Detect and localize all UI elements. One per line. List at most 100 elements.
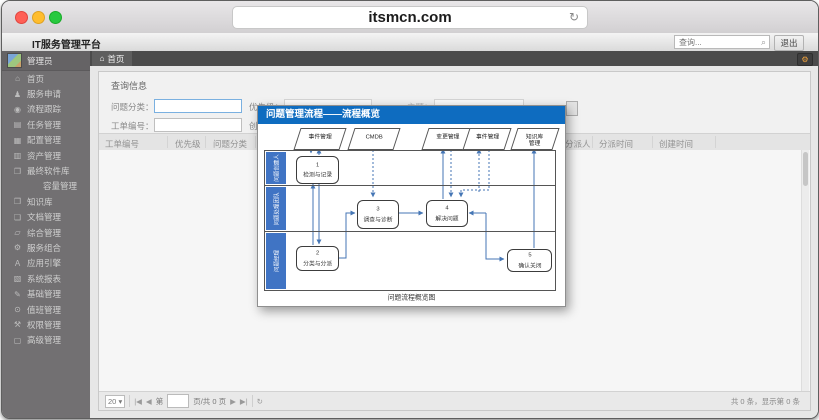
sidebar-item-permission-management[interactable]: ⚒权限管理 — [2, 317, 90, 332]
ticket-no-input[interactable] — [154, 118, 242, 132]
search-input[interactable] — [674, 35, 770, 49]
prev-page-button[interactable]: ◀ — [146, 397, 152, 406]
sidebar-item-general-management[interactable]: ▱综合管理 — [2, 225, 90, 240]
external-entity: 事件管理 — [462, 128, 511, 150]
refresh-icon[interactable]: ↻ — [257, 397, 263, 406]
page-prefix: 第 — [156, 396, 164, 407]
sidebar-item-label: 资产管理 — [27, 150, 61, 162]
sidebar-user[interactable]: 管理员 — [2, 51, 90, 71]
last-page-button[interactable]: ▶| — [240, 397, 248, 406]
column-separator — [652, 136, 653, 148]
tab-bar: ⌂ 首页 ⚙ — [90, 51, 818, 66]
sidebar-item-process-tracking[interactable]: ◉流程跟踪 — [2, 102, 90, 117]
sidebar-item-task-management[interactable]: ▤任务管理 — [2, 117, 90, 132]
partial-query-button[interactable] — [566, 101, 578, 116]
process-overview-modal: 问题管理流程——流程概览 问题流程概览图 事件管理CMDB变更管理事件管理知识库… — [257, 105, 566, 307]
caret-down-icon: ▾ — [118, 397, 122, 406]
sidebar-item-capacity-management[interactable]: 容量管理 — [2, 179, 90, 194]
sidebar-item-app-engine[interactable]: A应用引擎 — [2, 256, 90, 271]
sidebar-item-label: 流程跟踪 — [27, 103, 61, 115]
process-tracking-icon: ◉ — [11, 105, 24, 114]
process-node-5[interactable]: 5确认关闭 — [507, 249, 552, 272]
app-engine-icon: A — [11, 259, 24, 268]
panel-title: 查询信息 — [111, 79, 147, 92]
configuration-management-icon: ▦ — [11, 136, 24, 145]
sidebar-item-label: 容量管理 — [43, 180, 77, 192]
column-separator — [715, 136, 716, 148]
sidebar-item-label: 文档管理 — [27, 211, 61, 223]
page-number-input[interactable] — [167, 394, 189, 408]
first-page-button[interactable]: |◀ — [134, 397, 142, 406]
column-header[interactable]: 创建时间 — [659, 138, 693, 150]
duty-management-icon: ⊙ — [11, 305, 24, 314]
advanced-management-icon: ▢ — [11, 336, 24, 345]
user-name: 管理员 — [27, 55, 53, 67]
pagination-bar: 20 ▾ |◀ ◀ 第 页/共 0 页 ▶ ▶| ↻ 共 0 条，显示第 0 条 — [99, 391, 810, 410]
next-page-button[interactable]: ▶ — [230, 397, 236, 406]
problem-category-label: 问题分类： — [111, 101, 154, 113]
scrollbar-thumb[interactable] — [803, 152, 808, 186]
reload-icon[interactable]: ↻ — [569, 7, 579, 28]
node-number: 4 — [432, 205, 462, 211]
sidebar-item-home[interactable]: ⌂首页 — [2, 71, 90, 86]
column-separator — [205, 136, 206, 148]
tab-home-label: 首页 — [107, 53, 124, 65]
vertical-scrollbar[interactable] — [801, 150, 809, 391]
sidebar-item-label: 权限管理 — [27, 319, 61, 331]
logout-button[interactable]: 退出 — [774, 35, 804, 51]
external-entity: 事件管理 — [293, 128, 346, 150]
avatar — [7, 53, 22, 68]
process-node-3[interactable]: 3 调查与诊断 — [357, 200, 399, 229]
column-separator — [592, 136, 593, 148]
minimize-window-button[interactable] — [32, 11, 45, 24]
sidebar-item-document-management[interactable]: ❏文档管理 — [2, 210, 90, 225]
modal-title: 问题管理流程——流程概览 — [258, 106, 565, 124]
url-text: itsmcn.com — [368, 9, 451, 26]
column-header[interactable]: 分派人 — [565, 138, 591, 150]
node-label: 调查与诊断 — [363, 217, 393, 223]
sidebar-item-configuration-management[interactable]: ▦配置管理 — [2, 133, 90, 148]
page-size-select[interactable]: 20 ▾ — [105, 395, 125, 408]
node-label: 分类与分派 — [302, 261, 333, 267]
lane-divider — [264, 231, 555, 232]
lane-divider — [264, 185, 555, 186]
column-header[interactable]: 分派时间 — [599, 138, 633, 150]
close-window-button[interactable] — [15, 11, 28, 24]
flowchart: 问题流程概览图 事件管理CMDB变更管理事件管理知识库管理问题创建人问题处理团队… — [258, 124, 565, 306]
document-management-icon: ❏ — [11, 213, 24, 222]
node-number: 1 — [302, 162, 333, 168]
column-header[interactable]: 工单编号 — [105, 138, 139, 150]
sidebar-item-service-request[interactable]: ♟服务申请 — [2, 86, 90, 101]
sidebar-item-advanced-management[interactable]: ▢高级管理 — [2, 333, 90, 348]
process-node-2[interactable]: 2分类与分派 — [296, 246, 339, 271]
column-header[interactable]: 优先级 — [175, 138, 201, 150]
settings-gear-button[interactable]: ⚙ — [797, 53, 813, 66]
sidebar-item-system-reports[interactable]: ▧系统报表 — [2, 271, 90, 286]
sidebar-item-label: 基础管理 — [27, 288, 61, 300]
sidebar-item-label: 配置管理 — [27, 134, 61, 146]
sidebar-item-label: 任务管理 — [27, 119, 61, 131]
address-bar[interactable]: itsmcn.com ↻ — [232, 6, 588, 29]
sidebar-item-asset-management[interactable]: ▥资产管理 — [2, 148, 90, 163]
sidebar-item-duty-management[interactable]: ⊙值班管理 — [2, 302, 90, 317]
external-entity-label: 事件管理 — [472, 134, 502, 140]
sidebar-item-knowledge-base[interactable]: ❒知识库 — [2, 194, 90, 209]
knowledge-base-icon: ❒ — [11, 197, 24, 206]
sidebar-item-basic-management[interactable]: ✎基础管理 — [2, 286, 90, 301]
node-label: 解决问题 — [432, 216, 462, 222]
process-node-1[interactable]: 1检测与记录 — [296, 156, 339, 184]
problem-category-input[interactable] — [154, 99, 242, 113]
node-number: 3 — [363, 206, 393, 212]
definitive-software-library-icon: ❐ — [11, 167, 24, 176]
sidebar-item-label: 值班管理 — [27, 304, 61, 316]
process-node-4[interactable]: 4 解决问题 — [426, 200, 468, 227]
search-icon[interactable]: ⌕ — [761, 37, 766, 48]
tab-home[interactable]: ⌂ 首页 — [92, 51, 132, 66]
sidebar-item-service-portfolio[interactable]: ⚙服务组合 — [2, 240, 90, 255]
home-icon: ⌂ — [100, 54, 105, 63]
ticket-no-label: 工单编号： — [111, 120, 154, 132]
sidebar: 管理员 ⌂首页♟服务申请◉流程跟踪▤任务管理▦配置管理▥资产管理❐最终软件库容量… — [2, 51, 90, 418]
zoom-window-button[interactable] — [49, 11, 62, 24]
sidebar-item-definitive-software-library[interactable]: ❐最终软件库 — [2, 163, 90, 178]
column-header[interactable]: 问题分类 — [213, 138, 247, 150]
